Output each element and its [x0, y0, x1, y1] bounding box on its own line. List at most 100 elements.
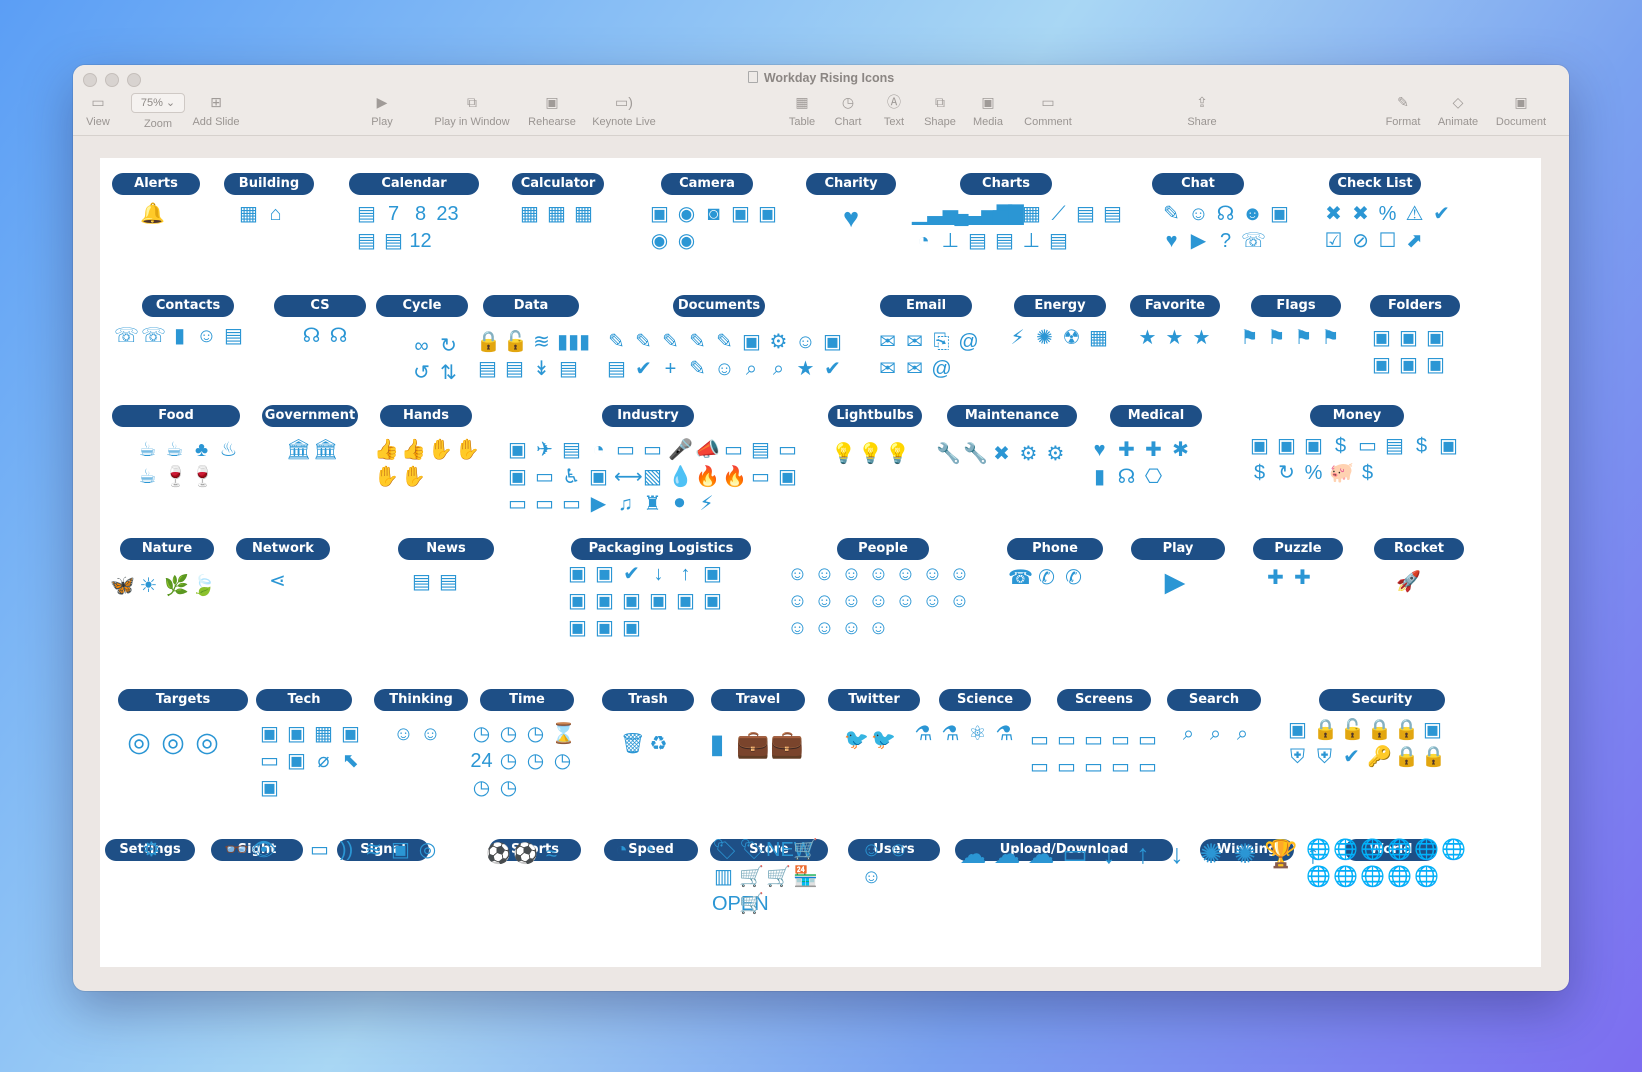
- check-list-icon[interactable]: ✖: [1322, 203, 1345, 226]
- people-icon[interactable]: ☺: [867, 563, 890, 586]
- science-icon[interactable]: ⚛: [966, 723, 989, 746]
- upload-download-icon[interactable]: ☁: [992, 839, 1022, 869]
- news-icon[interactable]: ▤: [437, 571, 460, 594]
- chat-icon[interactable]: ♥: [1160, 230, 1183, 253]
- charts-icon[interactable]: ▤: [1101, 203, 1124, 226]
- flags-icon[interactable]: ⚑: [1319, 327, 1342, 350]
- winning-icon[interactable]: ✺: [1196, 839, 1226, 869]
- store-icon[interactable]: 🛒: [739, 866, 764, 889]
- medical-icon[interactable]: ✱: [1169, 439, 1192, 462]
- tech-icon[interactable]: ▦: [312, 723, 335, 746]
- contacts-icon[interactable]: ▮: [168, 325, 191, 348]
- check-list-icon[interactable]: ⚠: [1403, 203, 1426, 226]
- people-icon[interactable]: ☺: [948, 563, 971, 586]
- science-icon[interactable]: ⚗: [993, 723, 1016, 746]
- chat-icon[interactable]: ☺: [1187, 203, 1210, 226]
- signal-icon[interactable]: ▭: [308, 839, 331, 862]
- search-icon[interactable]: ⌕: [1204, 723, 1227, 746]
- category-label-food[interactable]: Food: [112, 405, 240, 427]
- documents-icon[interactable]: ★: [794, 358, 817, 381]
- category-label-hands[interactable]: Hands: [380, 405, 472, 427]
- packaging-logistics-icon[interactable]: ▣: [566, 617, 589, 640]
- category-label-money[interactable]: Money: [1310, 405, 1404, 427]
- cycle-icon[interactable]: ↻: [437, 335, 460, 358]
- people-icon[interactable]: ☺: [867, 617, 890, 640]
- category-label-favorite[interactable]: Favorite: [1130, 295, 1220, 317]
- phone-icon[interactable]: ✆: [1035, 567, 1058, 590]
- phone-icon[interactable]: ☎: [1008, 567, 1033, 590]
- cycle-icon[interactable]: ∞: [410, 335, 433, 358]
- favorite-icon[interactable]: ★: [1190, 327, 1213, 350]
- folders-icon[interactable]: ▣: [1424, 354, 1447, 377]
- industry-icon[interactable]: ▶: [587, 493, 610, 516]
- documents-icon[interactable]: ✔: [632, 358, 655, 381]
- contacts-icon[interactable]: ▤: [222, 325, 245, 348]
- cycle-icon[interactable]: ⇅: [437, 362, 460, 385]
- check-list-icon[interactable]: ✖: [1349, 203, 1372, 226]
- charts-icon[interactable]: ◔: [912, 230, 935, 253]
- time-icon[interactable]: ◷: [497, 723, 520, 746]
- industry-icon[interactable]: ▭: [722, 439, 745, 462]
- folders-icon[interactable]: ▣: [1397, 327, 1420, 350]
- folders-icon[interactable]: ▣: [1424, 327, 1447, 350]
- calculator-icon[interactable]: ▦: [518, 203, 541, 226]
- category-label-charts[interactable]: Charts: [960, 173, 1052, 195]
- industry-icon[interactable]: 💧: [668, 466, 693, 489]
- chat-icon[interactable]: ☏: [1241, 230, 1266, 253]
- time-icon[interactable]: ◷: [551, 750, 574, 773]
- packaging-logistics-icon[interactable]: ▣: [647, 590, 670, 613]
- packaging-logistics-icon[interactable]: ▣: [566, 563, 589, 586]
- industry-icon[interactable]: ▭: [533, 493, 556, 516]
- chat-icon[interactable]: ?: [1214, 230, 1237, 253]
- screens-icon[interactable]: ▭: [1082, 756, 1105, 779]
- store-icon[interactable]: 🛒: [766, 866, 791, 889]
- screens-icon[interactable]: ▭: [1028, 729, 1051, 752]
- industry-icon[interactable]: 🔥: [695, 466, 720, 489]
- data-icon[interactable]: ↡: [530, 358, 553, 381]
- money-icon[interactable]: ▭: [1356, 435, 1379, 458]
- documents-icon[interactable]: ☺: [794, 331, 817, 354]
- folders-icon[interactable]: ▣: [1397, 354, 1420, 377]
- world-icon[interactable]: 🌐: [1306, 866, 1331, 889]
- documents-icon[interactable]: ⌕: [767, 358, 790, 381]
- zoom-control[interactable]: 75% ⌄ Zoom: [128, 93, 188, 130]
- category-label-government[interactable]: Government: [262, 405, 358, 427]
- industry-icon[interactable]: ✈: [533, 439, 556, 462]
- search-icon[interactable]: ⌕: [1177, 723, 1200, 746]
- category-label-tech[interactable]: Tech: [256, 689, 352, 711]
- category-label-twitter[interactable]: Twitter: [828, 689, 920, 711]
- category-label-puzzle[interactable]: Puzzle: [1253, 538, 1343, 560]
- security-icon[interactable]: 🔒: [1367, 719, 1392, 742]
- energy-icon[interactable]: ▦: [1087, 327, 1110, 350]
- favorite-icon[interactable]: ★: [1136, 327, 1159, 350]
- category-label-security[interactable]: Security: [1319, 689, 1445, 711]
- category-label-lightbulbs[interactable]: Lightbulbs: [828, 405, 922, 427]
- category-label-charity[interactable]: Charity: [806, 173, 896, 195]
- food-icon[interactable]: ♣: [190, 439, 213, 462]
- people-icon[interactable]: ☺: [786, 590, 809, 613]
- people-icon[interactable]: ☺: [921, 590, 944, 613]
- category-label-building[interactable]: Building: [224, 173, 314, 195]
- category-label-calculator[interactable]: Calculator: [512, 173, 604, 195]
- industry-icon[interactable]: ▭: [506, 493, 529, 516]
- screens-icon[interactable]: ▭: [1028, 756, 1051, 779]
- packaging-logistics-icon[interactable]: ▣: [620, 590, 643, 613]
- industry-icon[interactable]: ⟷: [614, 466, 643, 489]
- documents-icon[interactable]: ✎: [605, 331, 628, 354]
- security-icon[interactable]: 🔒: [1421, 746, 1446, 769]
- email-icon[interactable]: @: [957, 331, 980, 354]
- email-icon[interactable]: ✉: [903, 358, 926, 381]
- signal-icon[interactable]: ◎: [416, 839, 439, 862]
- medical-icon[interactable]: ☊: [1115, 466, 1138, 489]
- trash-icon[interactable]: ♻: [647, 733, 670, 756]
- data-icon[interactable]: ≋: [530, 331, 553, 354]
- people-icon[interactable]: ☺: [840, 590, 863, 613]
- calendar-icon[interactable]: ▤: [382, 230, 405, 253]
- time-icon[interactable]: ⌛: [551, 723, 576, 746]
- store-icon[interactable]: ▥: [712, 866, 735, 889]
- category-label-folders[interactable]: Folders: [1370, 295, 1460, 317]
- category-label-science[interactable]: Science: [939, 689, 1031, 711]
- store-icon[interactable]: 🏪: [793, 866, 818, 889]
- security-icon[interactable]: 🔑: [1367, 746, 1392, 769]
- email-icon[interactable]: ⎘: [930, 331, 953, 354]
